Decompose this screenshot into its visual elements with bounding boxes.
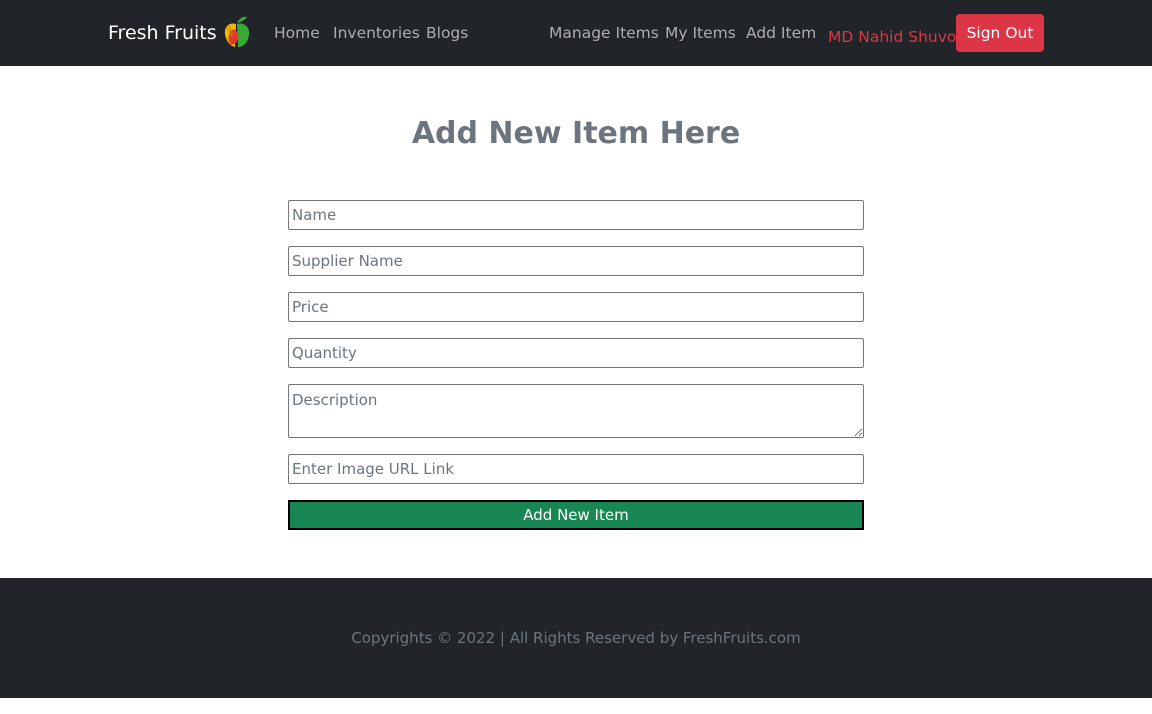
nav-add-item[interactable]: Add Item xyxy=(746,22,816,44)
add-new-item-button[interactable]: Add New Item xyxy=(288,500,864,530)
price-input[interactable] xyxy=(288,292,864,322)
brand-link[interactable]: Fresh Fruits xyxy=(108,14,253,52)
fruit-logo-icon xyxy=(221,14,253,52)
nav-my-items[interactable]: My Items xyxy=(665,22,736,44)
user-name: MD Nahid Shuvo xyxy=(828,28,957,46)
brand-name: Fresh Fruits xyxy=(108,22,217,44)
name-input[interactable] xyxy=(288,200,864,230)
nav-home[interactable]: Home xyxy=(274,22,320,44)
nav-inventories[interactable]: Inventories xyxy=(333,22,420,44)
image-url-input[interactable] xyxy=(288,454,864,484)
nav-blogs[interactable]: Blogs xyxy=(426,22,468,44)
sign-out-button[interactable]: Sign Out xyxy=(956,14,1044,52)
nav-manage-items[interactable]: Manage Items xyxy=(549,22,659,44)
quantity-input[interactable] xyxy=(288,338,864,368)
supplier-name-input[interactable] xyxy=(288,246,864,276)
page-title: Add New Item Here xyxy=(411,116,741,151)
copyright-text: Copyrights © 2022 | All Rights Reserved … xyxy=(351,629,801,647)
top-navbar: Fresh Fruits Home Inventories Blogs Mana… xyxy=(0,0,1152,66)
footer: Copyrights © 2022 | All Rights Reserved … xyxy=(0,578,1152,698)
description-textarea[interactable] xyxy=(288,384,864,438)
